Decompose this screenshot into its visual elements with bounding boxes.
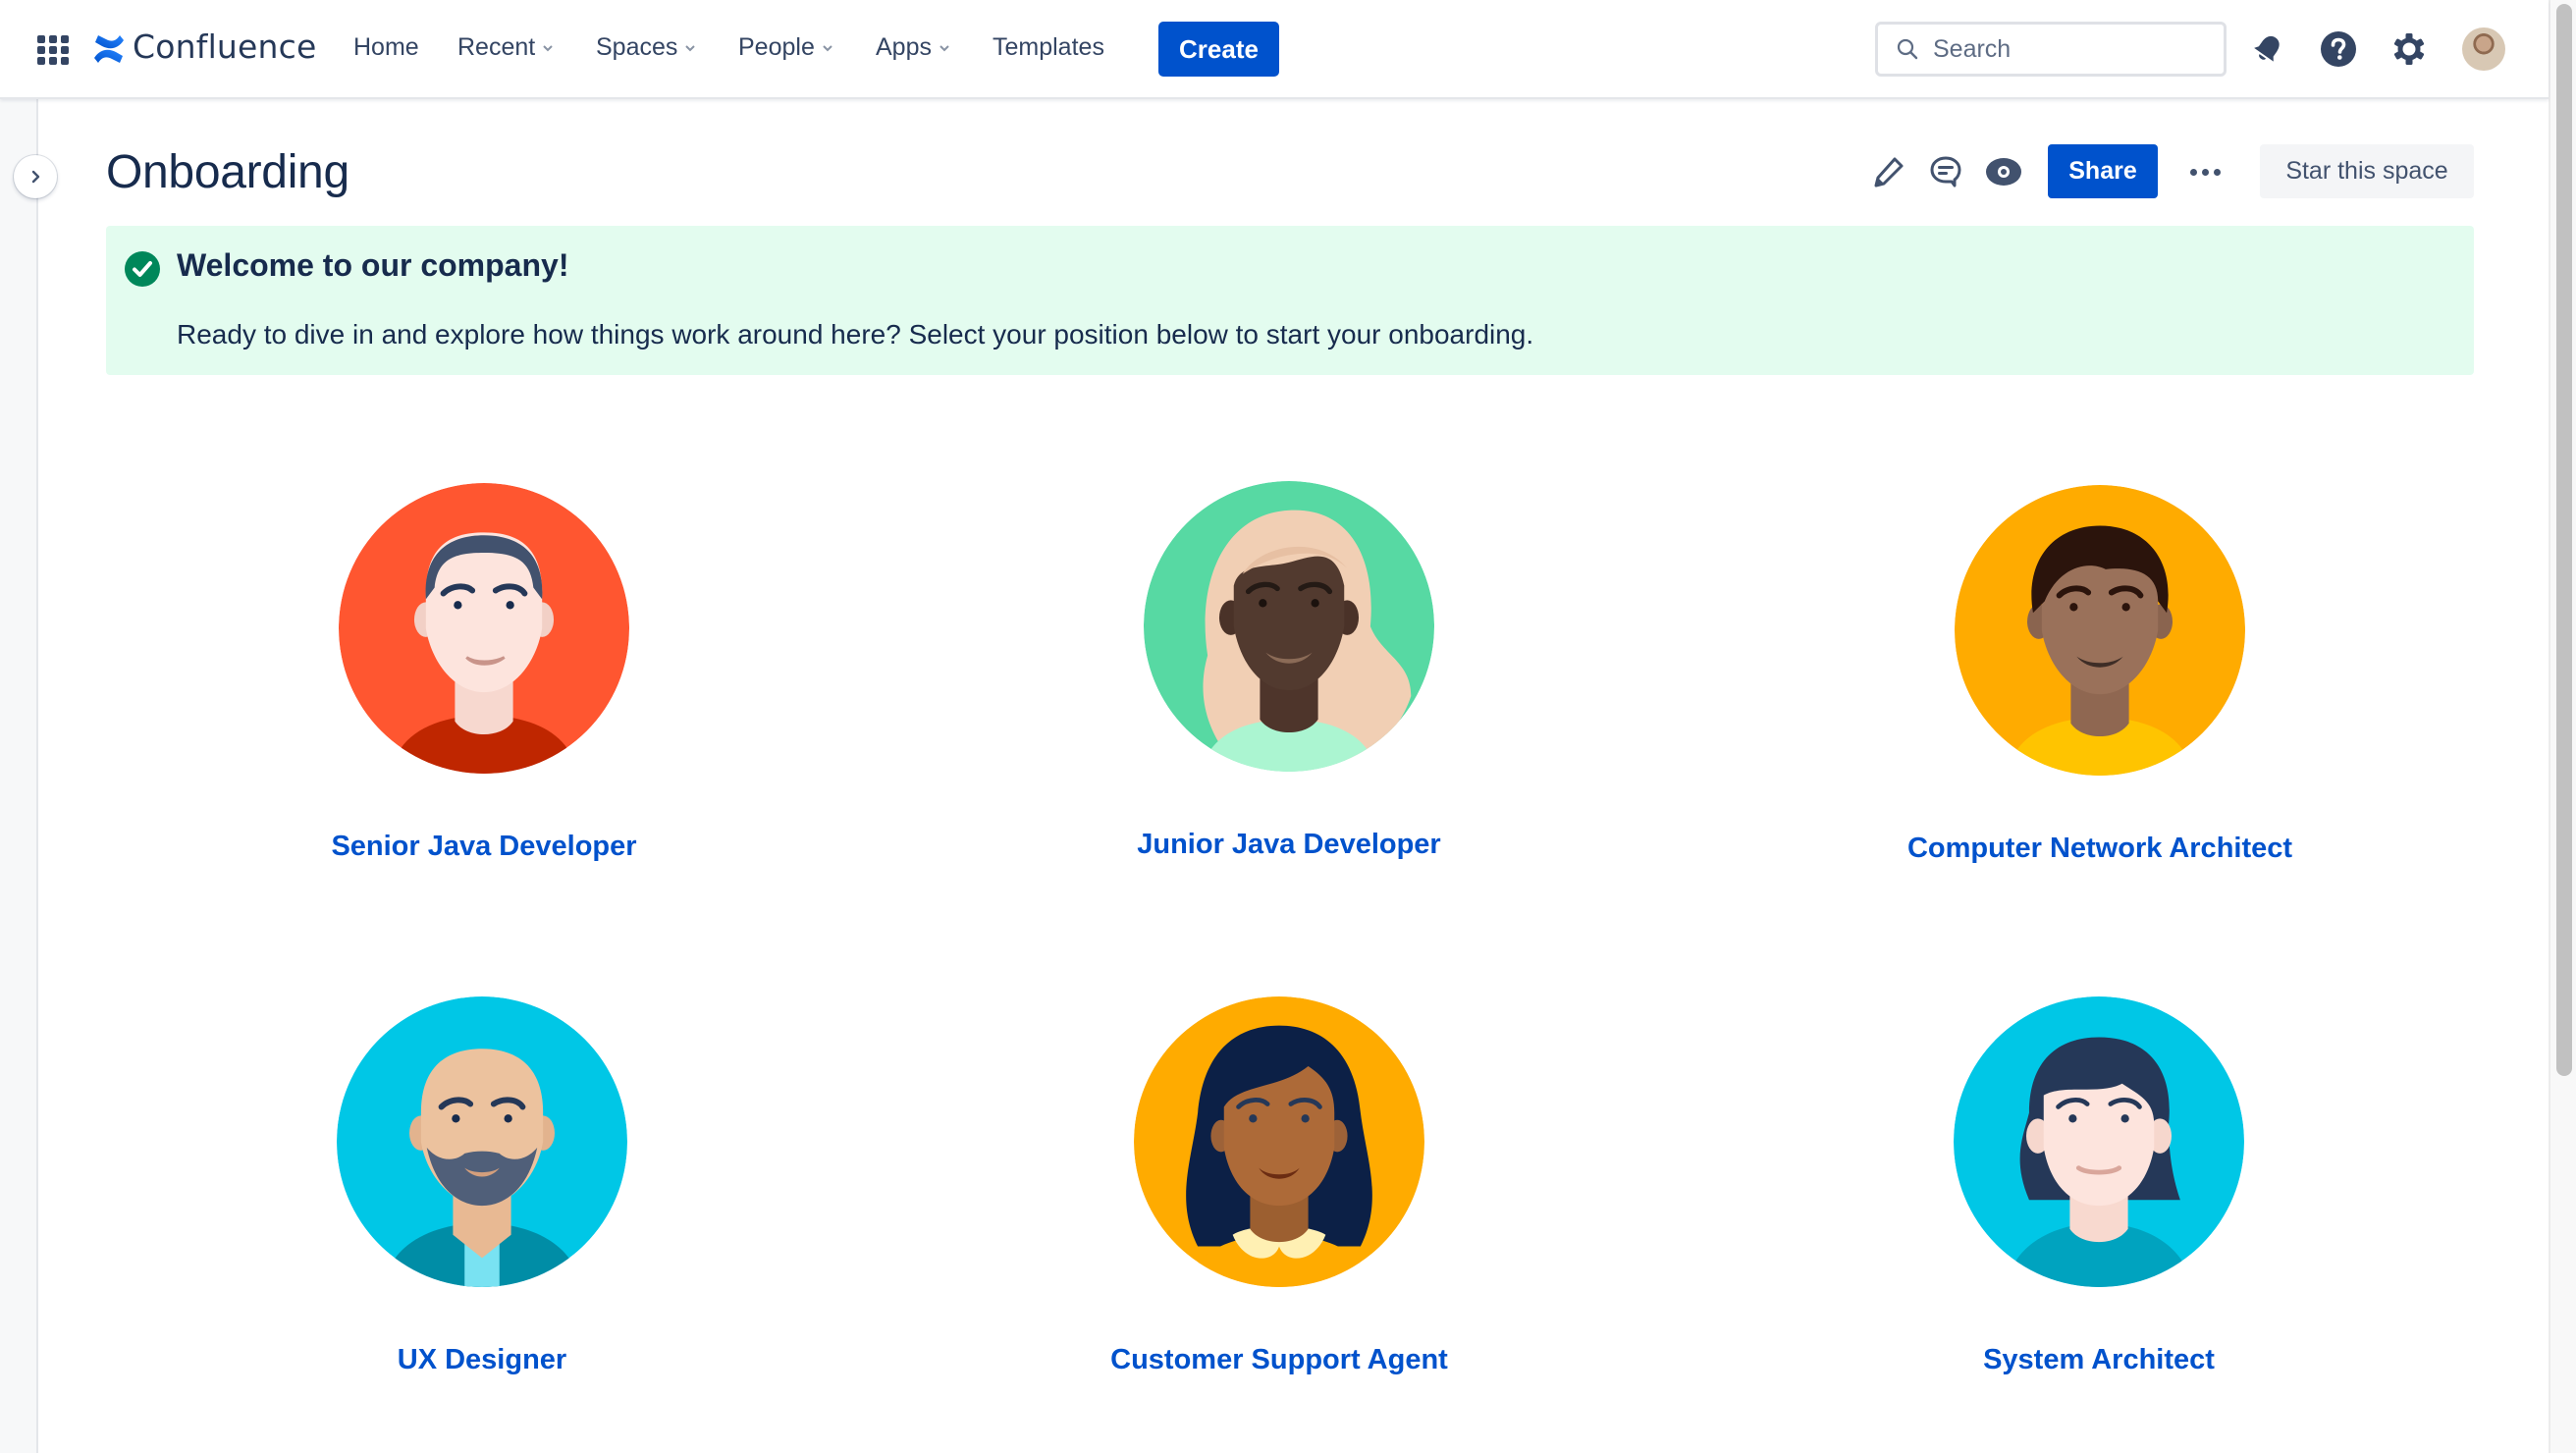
chevron-down-icon [543, 44, 553, 51]
app-switcher-icon[interactable] [37, 35, 69, 65]
star-space-button[interactable]: Star this space [2260, 144, 2474, 198]
notifications-bell-icon[interactable] [2248, 29, 2287, 69]
system-architect-avatar [1954, 996, 2244, 1287]
nav-spaces-label: Spaces [596, 33, 678, 61]
search-icon [1897, 38, 1918, 60]
settings-gear-icon[interactable] [2389, 29, 2429, 69]
search-input[interactable] [1933, 34, 2208, 64]
more-actions-icon[interactable] [2183, 153, 2227, 190]
banner-title: Welcome to our company! [177, 247, 569, 283]
success-check-icon [125, 251, 160, 287]
nav-templates-label: Templates [993, 33, 1104, 61]
share-button[interactable]: Share [2048, 144, 2158, 198]
search-box[interactable] [1875, 22, 2227, 77]
welcome-banner: Welcome to our company! Ready to dive in… [106, 226, 2474, 375]
role-label[interactable]: Customer Support Agent [1110, 1344, 1448, 1376]
create-button[interactable]: Create [1158, 22, 1279, 77]
role-card-senior-java-developer[interactable]: Senior Java Developer [189, 483, 778, 863]
nav-recent-label: Recent [457, 33, 536, 61]
role-label[interactable]: Computer Network Architect [1907, 833, 2292, 865]
chevron-right-icon [31, 170, 40, 184]
role-card-ux-designer[interactable]: UX Designer [188, 996, 777, 1376]
role-label[interactable]: System Architect [1983, 1344, 2215, 1376]
nav-recent[interactable]: Recent [457, 33, 555, 62]
nav-home-label: Home [353, 33, 419, 61]
watch-eye-icon[interactable] [1985, 153, 2022, 190]
nav-apps-label: Apps [876, 33, 932, 61]
role-card-customer-support-agent[interactable]: Customer Support Agent [985, 996, 1574, 1376]
brand-name[interactable]: Confluence [133, 27, 317, 66]
help-icon[interactable] [2319, 29, 2358, 69]
chevron-down-icon [685, 44, 696, 51]
role-card-computer-network-architect[interactable]: Computer Network Architect [1805, 485, 2394, 865]
page-scrollbar[interactable] [2549, 0, 2576, 1453]
nav-people-label: People [738, 33, 815, 61]
comment-icon[interactable] [1927, 153, 1964, 190]
role-label[interactable]: UX Designer [398, 1344, 566, 1376]
senior-java-developer-avatar [339, 483, 629, 774]
customer-support-agent-avatar [1134, 996, 1424, 1287]
chevron-down-icon [939, 44, 949, 51]
role-card-system-architect[interactable]: System Architect [1804, 996, 2393, 1376]
confluence-logo[interactable] [92, 33, 126, 65]
user-avatar[interactable] [2462, 27, 2505, 71]
nav-spaces[interactable]: Spaces [596, 33, 697, 62]
expand-sidebar-button[interactable] [14, 155, 57, 198]
nav-templates[interactable]: Templates [993, 33, 1104, 62]
top-navigation: Confluence Home Recent Spaces People App… [0, 0, 2549, 99]
collapsed-sidebar [0, 99, 38, 1453]
ux-designer-avatar [337, 996, 627, 1287]
page-title: Onboarding [106, 146, 349, 198]
junior-java-developer-avatar [1144, 481, 1434, 772]
banner-text: Ready to dive in and explore how things … [177, 319, 1534, 350]
role-label[interactable]: Senior Java Developer [331, 831, 636, 863]
nav-people[interactable]: People [738, 33, 834, 62]
scrollbar-thumb[interactable] [2556, 4, 2572, 1076]
role-card-junior-java-developer[interactable]: Junior Java Developer [994, 481, 1583, 861]
chevron-down-icon [823, 44, 832, 51]
nav-apps[interactable]: Apps [876, 33, 951, 62]
edit-pencil-icon[interactable] [1870, 153, 1907, 190]
computer-network-architect-avatar [1955, 485, 2245, 776]
nav-home[interactable]: Home [353, 33, 419, 62]
role-label[interactable]: Junior Java Developer [1137, 829, 1440, 861]
